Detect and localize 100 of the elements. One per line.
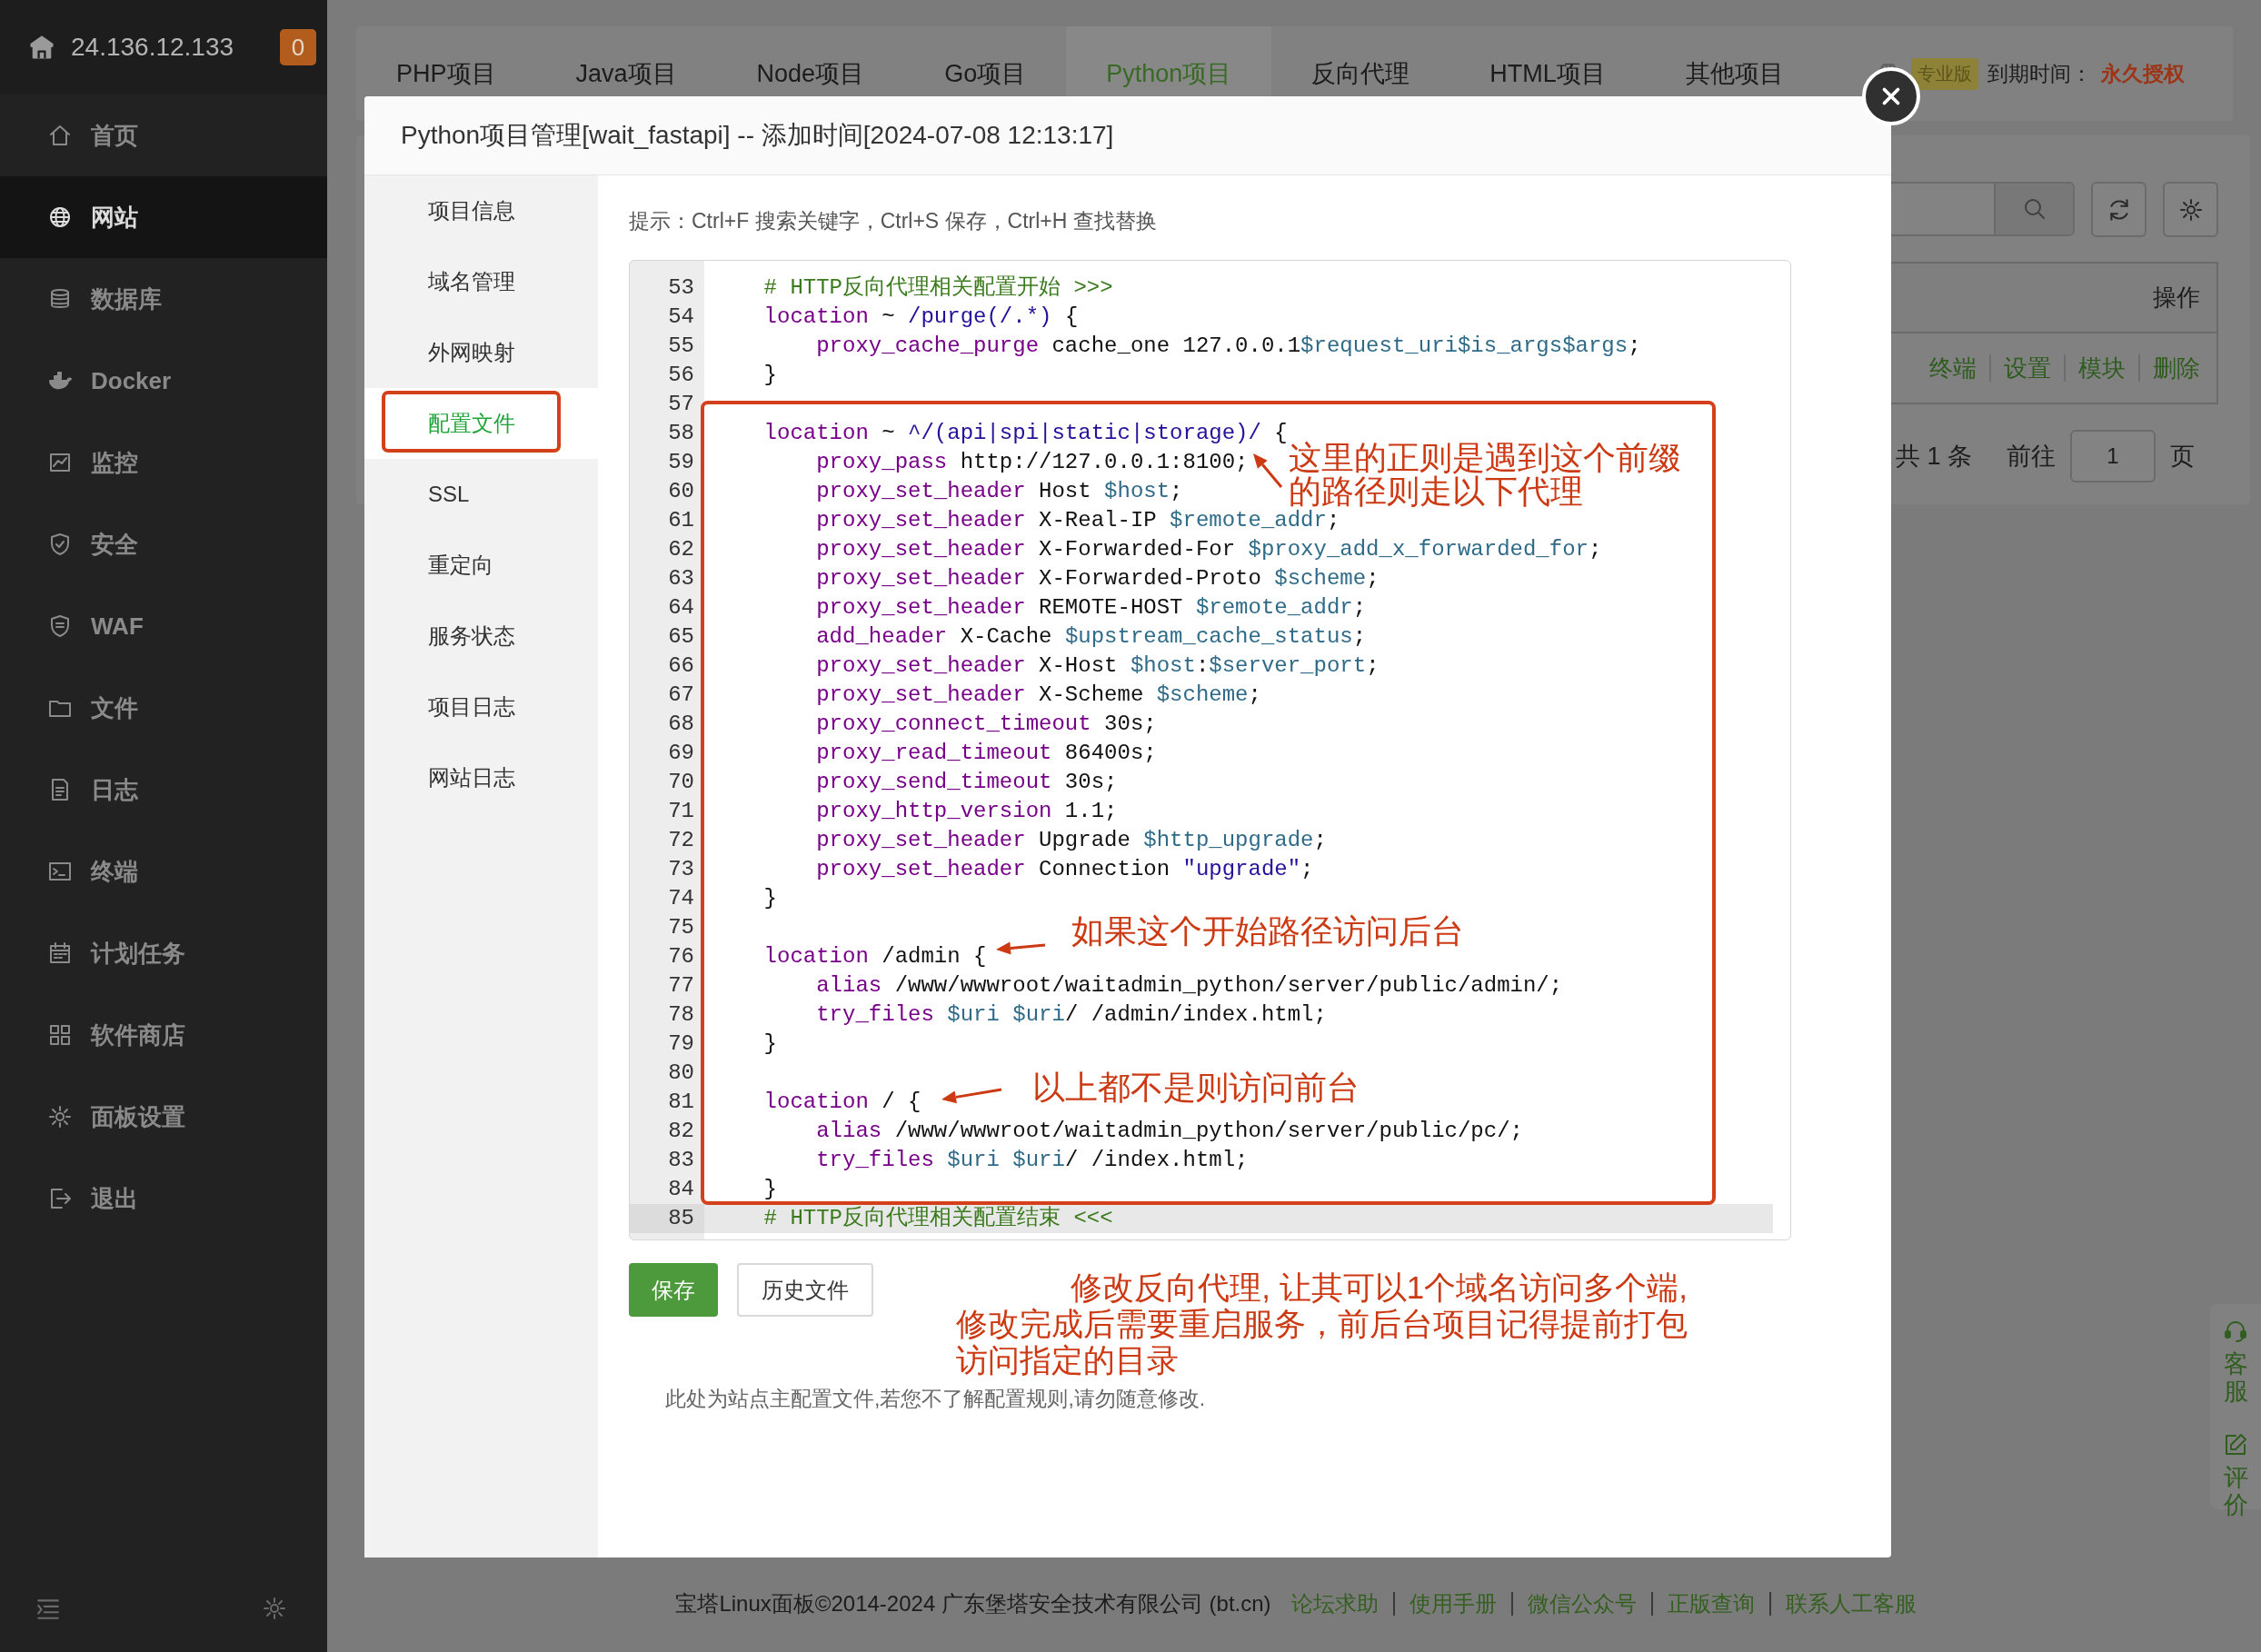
code-line: location ~ ^/(api|spi|static|storage)/ {	[762, 420, 1288, 447]
calendar-icon	[47, 940, 73, 966]
code-line: proxy_connect_timeout 30s;	[815, 711, 1157, 738]
sidebar-item[interactable]: 首页	[0, 95, 327, 176]
settings-icon	[262, 1596, 287, 1621]
line-number: 78	[667, 1001, 695, 1029]
code-line: try_files $uri $uri/ /index.html;	[815, 1147, 1249, 1174]
settings-icon	[47, 1104, 73, 1130]
line-number: 76	[667, 943, 695, 970]
annotation-text: 修改反向代理, 让其可以1个域名访问多个端, 修改完成后需要重启服务，前后台项目记得提前打包 访问指定的目录	[956, 1269, 1688, 1378]
dialog-nav-item[interactable]: 域名管理	[364, 246, 598, 317]
annotation-arrow	[1253, 453, 1283, 488]
line-number: 65	[667, 623, 695, 651]
refresh-button[interactable]	[2091, 182, 2146, 237]
sidebar-item[interactable]: Docker	[0, 340, 327, 422]
sidebar-item[interactable]: 计划任务	[0, 912, 327, 994]
code-line: proxy_set_header REMOTE-HOST $remote_addr;	[815, 594, 1367, 622]
line-number: 80	[667, 1060, 695, 1087]
sidebar-item[interactable]: 退出	[0, 1158, 327, 1239]
total-count: 共 1 条	[1895, 442, 1972, 472]
page-input[interactable]: 1	[2070, 430, 2156, 483]
warning-text: 此处为站点主配置文件,若您不了解配置规则,请勿随意修改.	[664, 1386, 1207, 1412]
code-line: location / {	[762, 1089, 921, 1116]
code-line: location ~ /purge(/.*) {	[762, 304, 1079, 331]
line-number: 53	[667, 274, 695, 302]
line-number: 54	[667, 304, 695, 331]
copyright-text: 宝塔Linux面板©2014-2024 广东堡塔安全技术有限公司 (bt.cn)	[675, 1590, 1272, 1617]
annotation-text: 如果这个开始路径访问后台	[1071, 914, 1464, 948]
code-line: proxy_set_header Host $host;	[815, 478, 1183, 505]
code-line: proxy_set_header X-Host $host:$server_port;	[815, 652, 1380, 680]
annotation-arrow	[941, 1088, 1002, 1104]
globe-icon	[47, 204, 73, 230]
dialog-nav-item[interactable]: 项目信息	[364, 175, 598, 246]
code-line: }	[762, 1030, 777, 1058]
line-number: 64	[667, 594, 695, 622]
goto-label: 前往	[2007, 442, 2056, 472]
dialog-nav-item[interactable]: 外网映射	[364, 317, 598, 388]
code-line: try_files $uri $uri/ /admin/index.html;	[815, 1001, 1327, 1029]
code-line: proxy_set_header X-Real-IP $remote_addr;	[815, 507, 1340, 534]
line-number: 84	[667, 1176, 695, 1203]
dialog-nav-item[interactable]: 项目日志	[364, 672, 598, 742]
code-line: }	[762, 362, 777, 389]
code-line: alias /www/wwwroot/waitadmin_python/server/public/admin/;	[815, 972, 1563, 1000]
sidebar-item[interactable]: 面板设置	[0, 1076, 327, 1158]
dialog-nav-item[interactable]: 网站日志	[364, 742, 598, 813]
code-line: # HTTP反向代理相关配置结束 <<<	[762, 1205, 1113, 1232]
code-line: proxy_send_timeout 30s;	[815, 769, 1118, 796]
annotation-text: 这里的正则是遇到这个前缀 的路径则走以下代理	[1289, 441, 1681, 508]
history-button[interactable]: 历史文件	[737, 1263, 873, 1317]
expiry-value: 永久授权	[2101, 60, 2185, 87]
settings-icon	[2177, 196, 2204, 223]
line-number: 79	[667, 1030, 695, 1058]
sidebar-item[interactable]: 文件	[0, 667, 327, 749]
settings-button[interactable]	[2163, 182, 2218, 237]
line-number: 58	[667, 420, 695, 447]
line-number: 66	[667, 652, 695, 680]
dialog-nav-item[interactable]: 重定向	[364, 530, 598, 601]
sidebar-item[interactable]: 终端	[0, 831, 327, 912]
line-number: 73	[667, 856, 695, 883]
line-number: 70	[667, 769, 695, 796]
code-line: proxy_cache_purge cache_one 127.0.0.1$request_uri$is_args$args;	[815, 333, 1641, 360]
column-header: 操作	[2153, 283, 2200, 313]
home-icon	[47, 123, 73, 148]
dialog-title: Python项目管理[wait_fastapi] -- 添加时间[2024-07-08 12:13:17]	[401, 120, 1114, 151]
line-number: 75	[667, 914, 695, 941]
line-number: 63	[667, 565, 695, 592]
line-number: 57	[667, 391, 695, 418]
line-number: 83	[667, 1147, 695, 1174]
code-line: # HTTP反向代理相关配置开始 >>>	[762, 274, 1113, 302]
sidebar-item[interactable]: 软件商店	[0, 994, 327, 1076]
headset-icon	[2223, 1319, 2248, 1344]
line-number: 74	[667, 885, 695, 912]
line-number: 60	[667, 478, 695, 505]
notification-badge: 0	[280, 29, 316, 65]
sidebar-item[interactable]: 日志	[0, 749, 327, 831]
code-line: proxy_set_header X-Scheme $scheme;	[815, 682, 1261, 709]
line-number: 72	[667, 827, 695, 854]
annotation-text: 以上都不是则访问前台	[1032, 1070, 1360, 1104]
sidebar-item[interactable]: 数据库	[0, 258, 327, 340]
dialog-nav-item[interactable]: 配置文件	[364, 388, 598, 459]
save-button[interactable]: 保存	[629, 1263, 718, 1317]
code-line: proxy_set_header Connection "upgrade";	[815, 856, 1314, 883]
line-number: 81	[667, 1089, 695, 1116]
sidebar-item[interactable]: 安全	[0, 503, 327, 585]
dialog-nav-item[interactable]: SSL	[364, 459, 598, 530]
sidebar-item[interactable]: 网站	[0, 176, 327, 258]
line-number: 59	[667, 449, 695, 476]
line-number: 71	[667, 798, 695, 825]
line-number: 68	[667, 711, 695, 738]
server-address: 24.136.12.133	[71, 33, 235, 62]
code-line: proxy_read_timeout 86400s;	[815, 740, 1157, 767]
sidebar-item[interactable]: WAF	[0, 585, 327, 667]
line-number: 67	[667, 682, 695, 709]
code-line: }	[762, 1176, 777, 1203]
sidebar-item[interactable]: 监控	[0, 422, 327, 503]
code-line: proxy_pass http://127.0.0.1:8100;	[815, 449, 1249, 476]
code-line: add_header X-Cache $upstream_cache_status;	[815, 623, 1367, 651]
dialog-nav-item[interactable]: 服务状态	[364, 601, 598, 672]
line-number: 62	[667, 536, 695, 563]
line-number: 55	[667, 333, 695, 360]
